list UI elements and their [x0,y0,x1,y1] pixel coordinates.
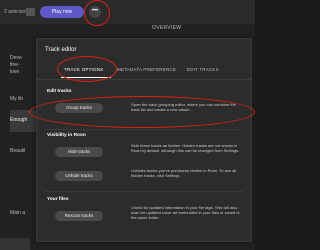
unhide-tracks-button[interactable]: Unhide tracks [55,171,103,181]
left-text-snippet: My lib [10,96,24,102]
left-bottom-bar [0,238,30,250]
annotation-ellipse [57,56,117,82]
rescan-tracks-description: Check for updated information in your fi… [131,205,240,220]
tab-edit-tracks[interactable]: EDIT TRACKS [187,67,219,72]
hide-tracks-button[interactable]: Hide tracks [55,147,103,157]
hide-tracks-description: Sets these tracks as hidden. Hidden trac… [131,143,240,153]
unhide-tracks-description: Unhides tracks you've previously hidden … [131,168,237,178]
annotation-circle [84,0,110,26]
dialog-title: Track editor [45,47,77,53]
left-text-snippet: Enough [10,117,28,123]
edit-icon[interactable] [26,8,35,16]
tab-overview[interactable]: OVERVIEW [152,25,181,31]
selection-count: 2 selected [4,9,27,15]
track-editor-dialog: Track editor TRACK OPTIONS METADATA PREF… [29,38,255,242]
left-text-snippet: Devo [10,55,22,61]
section-divider [45,191,243,192]
tab-metadata-preference[interactable]: METADATA PREFERENCE [117,67,176,72]
top-bar: 2 selected Play now ••• [0,0,255,24]
section-title-visibility: Visibility in Roon [47,133,86,138]
left-text-snippet: fine- [10,62,20,68]
section-title-your-files: Your files [47,197,69,202]
left-text-snippet: Beautil [10,148,26,154]
play-now-button[interactable]: Play now [40,6,84,18]
annotation-ellipse [29,96,255,128]
left-text-snippet: Main a [10,210,26,216]
left-text-snippet: love [10,69,20,75]
section-divider [45,129,243,130]
rescan-tracks-button[interactable]: Rescan tracks [55,211,103,221]
section-title-edit-tracks: Edit tracks [47,89,72,94]
